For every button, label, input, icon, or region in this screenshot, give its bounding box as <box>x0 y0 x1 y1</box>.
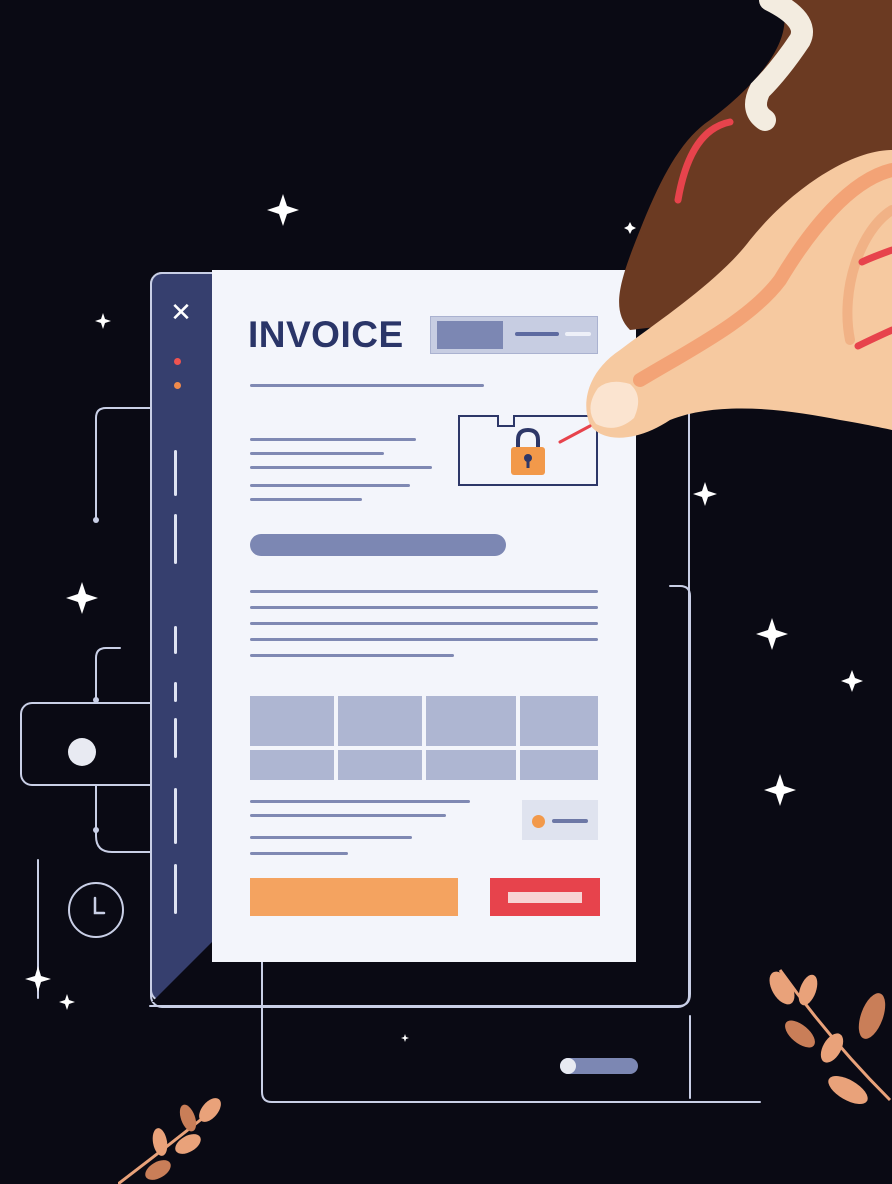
table-cell <box>520 696 598 746</box>
sparkle-icon <box>401 1034 409 1042</box>
text-line <box>250 800 470 803</box>
sparkle-icon <box>841 670 863 692</box>
leaf-branch-illustration <box>118 1098 221 1184</box>
close-icon[interactable]: ✕ <box>166 298 196 328</box>
toggle-switch[interactable] <box>20 702 150 786</box>
text-line <box>250 590 598 593</box>
cancel-button[interactable] <box>490 878 600 916</box>
sidebar: ✕ <box>150 272 212 1002</box>
leaf-branch-illustration <box>769 969 892 1105</box>
text-line <box>250 654 454 657</box>
divider <box>174 514 177 564</box>
toggle-knob[interactable] <box>68 738 96 766</box>
text-line <box>250 638 598 641</box>
divider <box>174 682 177 702</box>
table-cell <box>426 696 516 746</box>
sparkle-icon <box>59 994 75 1010</box>
pay-button[interactable] <box>250 878 458 916</box>
text-line <box>250 852 348 855</box>
slider-thumb[interactable] <box>560 1058 576 1074</box>
divider <box>174 626 177 654</box>
title-underline <box>250 384 484 387</box>
table-cell <box>426 750 516 780</box>
table-cell <box>520 750 598 780</box>
sparkle-icon <box>693 482 717 506</box>
table-cell <box>250 750 334 780</box>
text-line <box>250 484 410 487</box>
sparkle-icon <box>66 582 98 614</box>
padlock-icon <box>511 427 545 475</box>
sparkle-icon <box>764 774 796 806</box>
slider[interactable] <box>560 1058 638 1074</box>
invoice-illustration: ✕ INVOICE <box>0 0 892 1184</box>
divider <box>174 864 177 914</box>
divider <box>174 788 177 844</box>
highlight-bar <box>250 534 506 556</box>
text-line <box>250 836 412 839</box>
status-dot-orange <box>174 382 181 389</box>
text-line <box>250 498 362 501</box>
text-line <box>250 466 432 469</box>
divider <box>174 450 177 496</box>
status-dot-red <box>174 358 181 365</box>
sidebar-fold <box>152 942 212 1002</box>
text-line <box>250 622 598 625</box>
table-cell <box>338 750 422 780</box>
table-cell <box>338 696 422 746</box>
text-line <box>250 606 598 609</box>
text-line <box>250 452 384 455</box>
divider <box>174 718 177 758</box>
text-line <box>250 814 446 817</box>
clock-icon <box>68 882 124 938</box>
invoice-title: INVOICE <box>248 314 404 355</box>
sparkle-icon <box>95 313 111 329</box>
status-badge <box>522 800 598 840</box>
sparkle-icon <box>25 966 51 992</box>
text-line <box>250 438 416 441</box>
pointing-hand-illustration <box>558 0 892 444</box>
sparkle-icon <box>267 194 299 226</box>
table-cell <box>250 696 334 746</box>
sparkle-icon <box>756 618 788 650</box>
